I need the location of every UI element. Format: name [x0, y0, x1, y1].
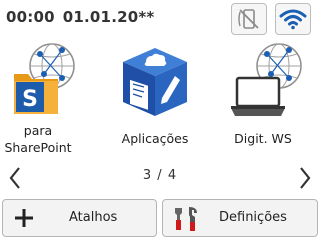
wifi-status-button[interactable] [275, 3, 311, 35]
chevron-left-icon [9, 167, 20, 189]
app-aplicacoes[interactable]: Aplicações [105, 40, 205, 158]
wifi-icon [279, 9, 307, 30]
previous-page-button[interactable] [4, 164, 26, 192]
status-time: 00:00 [6, 8, 55, 26]
next-page-button[interactable] [294, 164, 316, 192]
sharepoint-globe-icon: S [14, 43, 75, 114]
shortcuts-label: Atalhos [69, 210, 118, 225]
status-datetime: 00:00 01.01.20** [6, 8, 162, 26]
chevron-right-icon [300, 167, 311, 189]
app-label-line2: SharePoint [4, 140, 72, 155]
nfc-disabled-icon [238, 9, 259, 29]
plus-icon [15, 209, 33, 227]
app-label: Digit. WS [234, 131, 292, 146]
status-date: 01.01.20** [62, 8, 155, 26]
tools-icon [175, 207, 197, 231]
svg-text:S: S [22, 87, 38, 112]
app-sharepoint[interactable]: S para SharePoint [0, 40, 88, 158]
shortcuts-button[interactable]: Atalhos [2, 199, 157, 237]
scan-ws-globe-icon [231, 43, 302, 116]
app-label: Aplicações [121, 131, 189, 146]
applications-cube-icon [123, 48, 187, 116]
nfc-status-button[interactable] [231, 3, 267, 35]
app-label-line1: para [23, 123, 53, 138]
settings-button[interactable]: Definições [162, 199, 318, 237]
page-indicator: 3 / 4 [142, 168, 178, 183]
app-digit-ws[interactable]: Digit. WS [213, 40, 313, 158]
settings-label: Definições [219, 210, 287, 225]
